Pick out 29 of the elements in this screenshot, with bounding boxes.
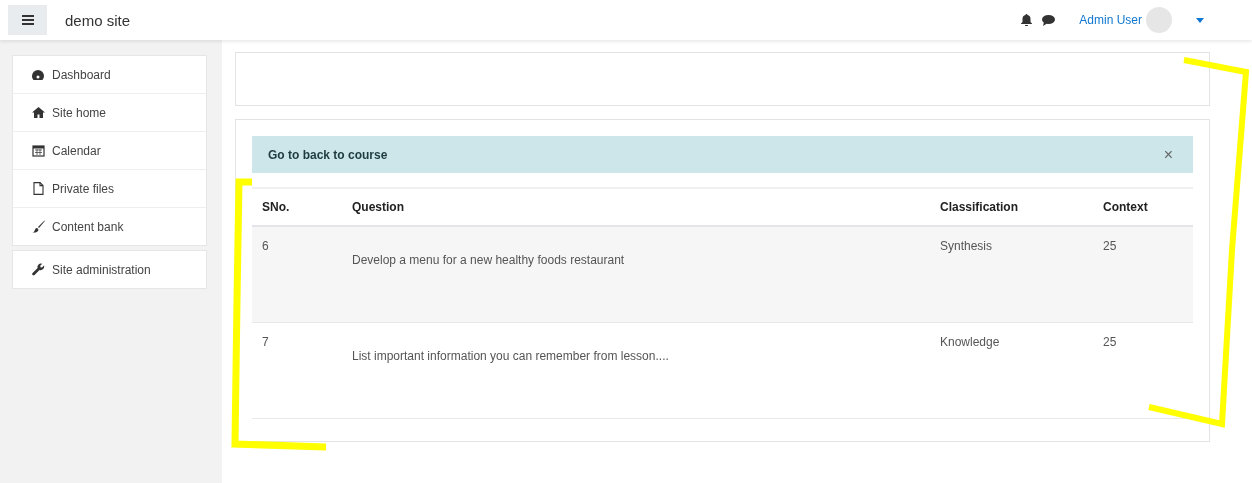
wrench-icon: [31, 263, 45, 276]
table-cell: 7: [252, 323, 342, 419]
close-button[interactable]: ×: [1159, 145, 1177, 164]
file-icon: [32, 182, 44, 195]
user-name-link[interactable]: Admin User: [1079, 13, 1142, 27]
table-cell: List important information you can remember from lesson....: [342, 323, 930, 419]
table-cell: Develop a menu for a new healthy foods restaurant: [342, 227, 930, 323]
dashboard-icon: [31, 68, 45, 81]
table-cell: 25: [1093, 227, 1193, 323]
table-cell: 6: [252, 227, 342, 323]
nav-item[interactable]: Site administration: [13, 251, 206, 288]
nav-item[interactable]: Content bank: [13, 207, 206, 245]
table-cell: Knowledge: [930, 323, 1093, 419]
nav-item[interactable]: Private files: [13, 169, 206, 207]
calendar-icon: [31, 144, 45, 157]
brush-icon: [31, 220, 45, 233]
nav-item[interactable]: Site home: [13, 93, 206, 131]
notification-icon[interactable]: [1021, 14, 1033, 26]
home-icon: [31, 107, 45, 118]
nav-item[interactable]: Dashboard: [13, 56, 206, 93]
menu-button[interactable]: [8, 5, 47, 35]
site-name[interactable]: demo site: [65, 11, 131, 29]
nav-item[interactable]: Calendar: [13, 131, 206, 169]
caret-icon[interactable]: [1196, 17, 1204, 23]
table-cell: 25: [1093, 323, 1193, 419]
chat-icon[interactable]: [1042, 14, 1056, 26]
table-cell: Synthesis: [930, 227, 1093, 323]
alert-text: Go to back to course: [268, 147, 388, 162]
menu-icon: [21, 15, 34, 25]
